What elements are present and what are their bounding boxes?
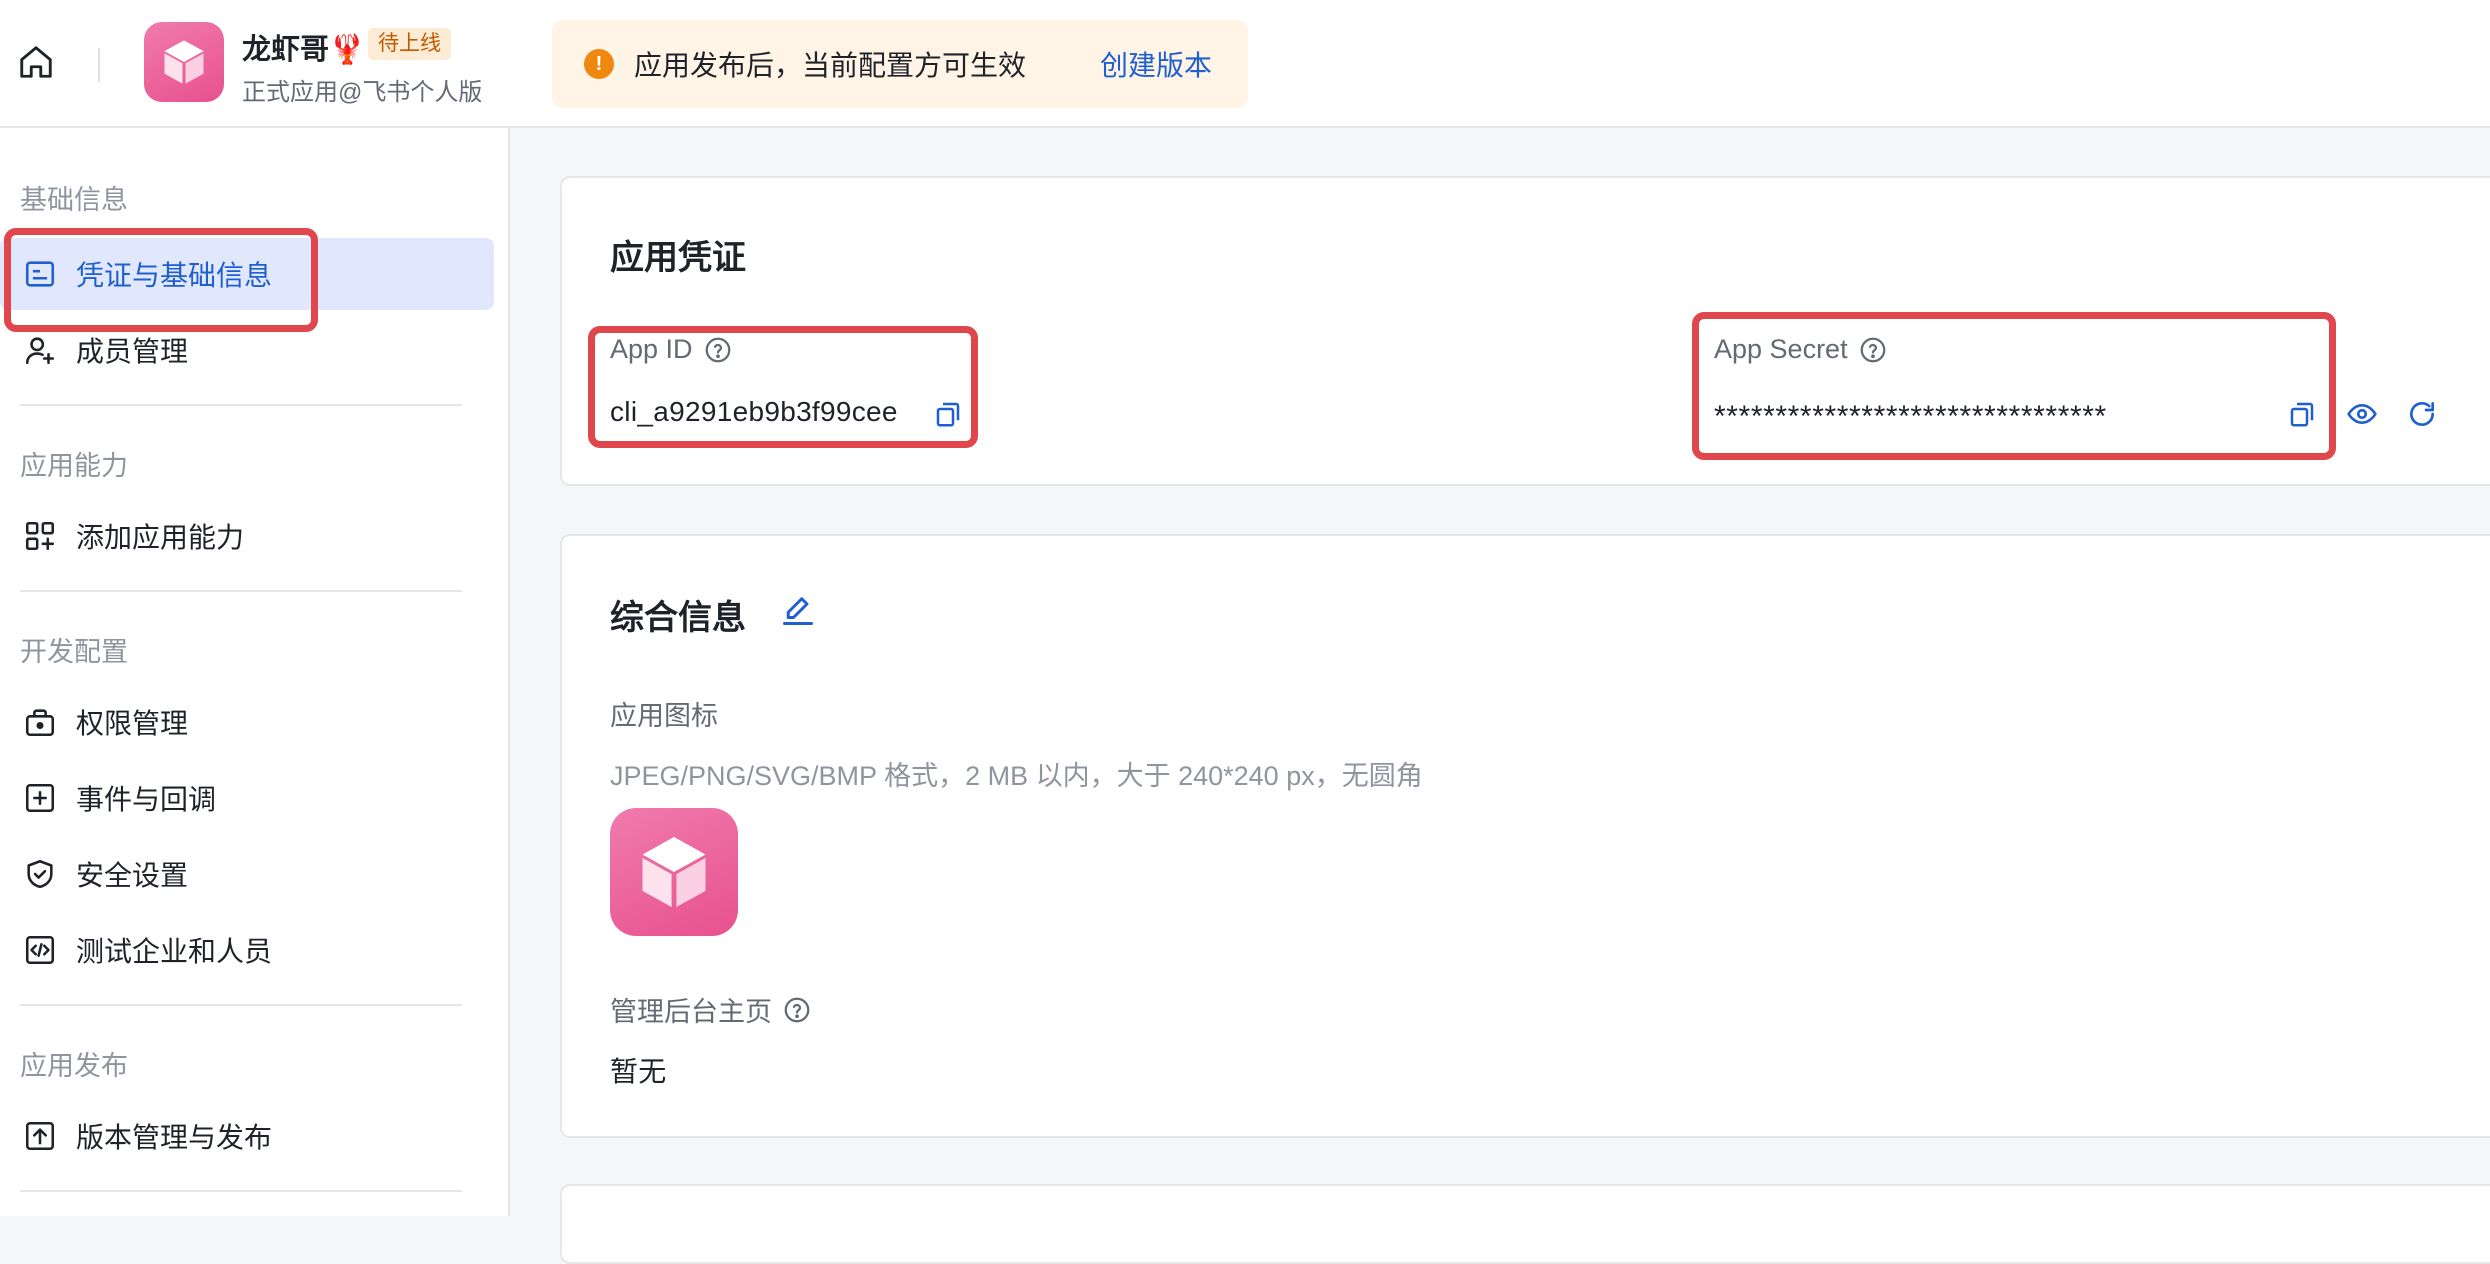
edit-icon[interactable] (780, 592, 816, 628)
next-card (560, 1184, 2490, 1264)
id-card-icon (20, 254, 60, 294)
sidebar-item-versions[interactable]: 版本管理与发布 (0, 1100, 494, 1172)
app-subtitle: 正式应用@飞书个人版 (242, 79, 483, 106)
sidebar-item-events[interactable]: 事件与回调 (0, 762, 494, 834)
sidebar-group-title: 应用发布 (20, 1051, 128, 1081)
sidebar-item-permissions[interactable]: 权限管理 (0, 686, 494, 758)
permission-lock-icon (20, 702, 60, 742)
app-secret-label-text: App Secret (1714, 334, 1848, 364)
help-icon[interactable] (782, 995, 812, 1025)
copy-icon[interactable] (930, 396, 966, 432)
upload-icon (20, 1116, 60, 1156)
info-title: 综合信息 (610, 599, 746, 637)
app-id-value: cli_a9291eb9b3f99cee (610, 396, 898, 427)
top-bar: 龙虾哥🦞 待上线 正式应用@飞书个人版 ! 应用发布后，当前配置方可生效 创建版… (0, 0, 2490, 128)
refresh-icon[interactable] (2404, 396, 2440, 432)
sidebar-item-label: 测试企业和人员 (76, 936, 273, 967)
app-icon-hint: JPEG/PNG/SVG/BMP 格式，2 MB 以内，大于 240*240 p… (610, 761, 1423, 791)
warning-icon: ! (584, 49, 614, 79)
app-secret-label: App Secret (1714, 334, 1888, 365)
app-logo-icon (144, 22, 224, 102)
sidebar: 基础信息 凭证与基础信息 成员管理 应用能力 添加应用能力 开发配置 权限管理 … (0, 128, 510, 1216)
sidebar-divider (20, 590, 462, 592)
help-icon[interactable] (703, 335, 733, 365)
app-name: 龙虾哥🦞 (242, 34, 366, 66)
sidebar-divider (20, 1190, 462, 1192)
sidebar-item-security[interactable]: 安全设置 (0, 838, 494, 910)
app-secret-value: ******************************** (1714, 400, 2107, 433)
credentials-title: 应用凭证 (610, 239, 746, 277)
publish-notice: ! 应用发布后，当前配置方可生效 创建版本 (552, 20, 1248, 108)
sidebar-divider (20, 1004, 462, 1006)
sidebar-item-add-capability[interactable]: 添加应用能力 (0, 500, 494, 572)
event-plus-icon (20, 778, 60, 818)
sidebar-item-label: 权限管理 (76, 708, 189, 739)
sidebar-item-label: 事件与回调 (76, 784, 217, 815)
divider (98, 48, 100, 82)
admin-home-value: 暂无 (610, 1056, 667, 1087)
app-id-label-text: App ID (610, 334, 693, 364)
copy-icon[interactable] (2284, 396, 2320, 432)
sidebar-item-label: 版本管理与发布 (76, 1122, 273, 1153)
grid-add-icon (20, 516, 60, 556)
code-icon (20, 930, 60, 970)
app-icon-label: 应用图标 (610, 701, 718, 731)
app-id-label: App ID (610, 334, 733, 365)
admin-home-label: 管理后台主页 (610, 990, 812, 1029)
sidebar-item-credentials[interactable]: 凭证与基础信息 (0, 238, 494, 310)
sidebar-group-title: 基础信息 (20, 185, 128, 215)
sidebar-divider (20, 404, 462, 406)
sidebar-item-label: 添加应用能力 (76, 522, 245, 553)
eye-icon[interactable] (2344, 396, 2380, 432)
create-version-link[interactable]: 创建版本 (1100, 44, 1212, 84)
info-card: 综合信息 应用图标 JPEG/PNG/SVG/BMP 格式，2 MB 以内，大于… (560, 534, 2490, 1138)
sidebar-item-label: 安全设置 (76, 860, 189, 891)
notice-text: 应用发布后，当前配置方可生效 (634, 50, 1027, 81)
sidebar-item-members[interactable]: 成员管理 (0, 314, 494, 386)
sidebar-group-title: 开发配置 (20, 637, 128, 667)
help-icon[interactable] (1858, 335, 1888, 365)
status-badge: 待上线 (368, 28, 451, 60)
app-icon-upload[interactable] (610, 808, 738, 936)
home-icon[interactable] (14, 40, 58, 84)
sidebar-group-title: 应用能力 (20, 451, 128, 481)
shield-check-icon (20, 854, 60, 894)
sidebar-item-label: 凭证与基础信息 (76, 260, 273, 291)
sidebar-item-test-org[interactable]: 测试企业和人员 (0, 914, 494, 986)
credentials-card: 应用凭证 App ID cli_a9291eb9b3f99cee App Sec… (560, 176, 2490, 486)
user-add-icon (20, 330, 60, 370)
sidebar-item-label: 成员管理 (76, 336, 189, 367)
admin-home-label-text: 管理后台主页 (610, 997, 772, 1027)
